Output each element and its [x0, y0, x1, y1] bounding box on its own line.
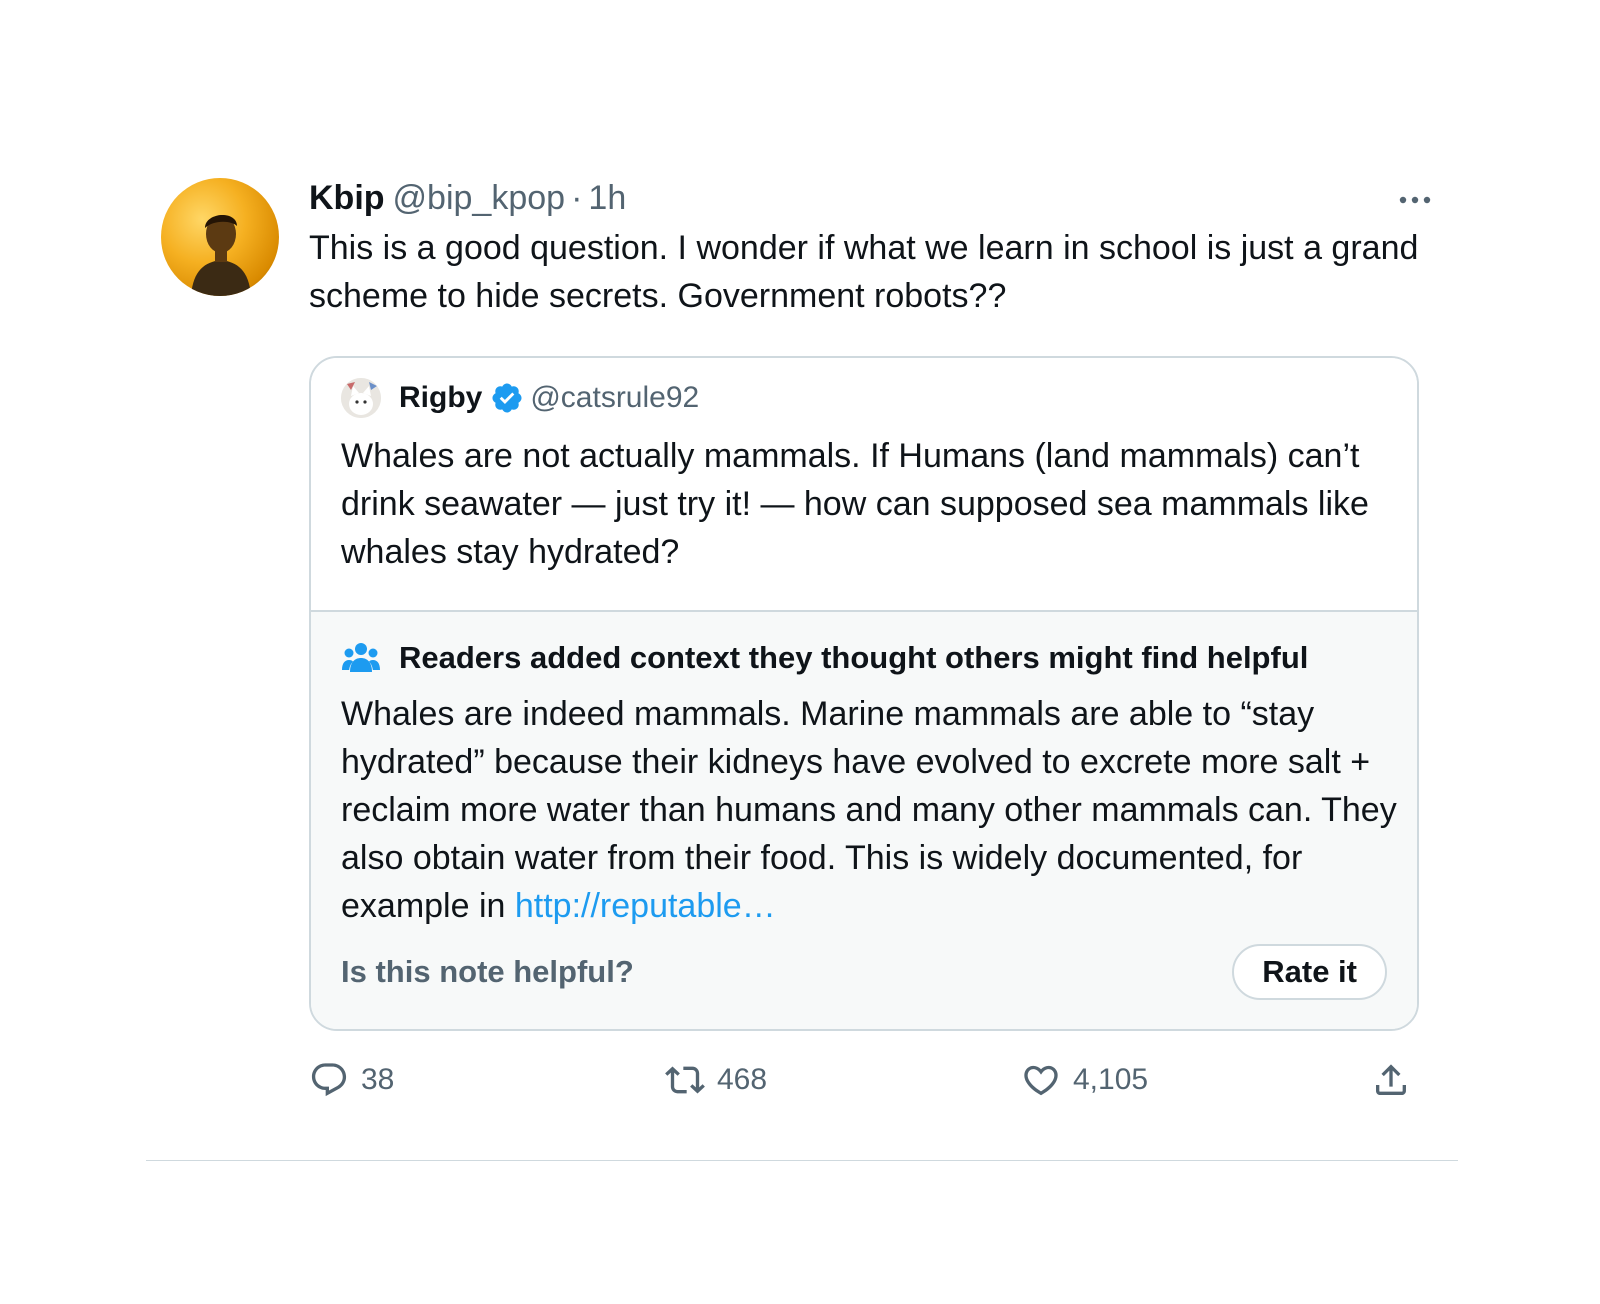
- quoted-tweet-text: Whales are not actually mammals. If Huma…: [341, 437, 1369, 571]
- reply-icon: [311, 1063, 347, 1097]
- community-note: Readers added context they thought other…: [311, 610, 1417, 1029]
- community-note-body: Whales are indeed mammals. Marine mammal…: [341, 695, 1397, 925]
- share-button[interactable]: [1371, 1055, 1411, 1105]
- tweet-header: Kbip @bip_kpop · 1h: [309, 176, 1439, 220]
- verified-badge-icon: [492, 383, 522, 413]
- tweet-text: This is a good question. I wonder if wha…: [309, 229, 1419, 315]
- community-note-text: Whales are indeed mammals. Marine mammal…: [341, 690, 1401, 930]
- community-note-title: Readers added context they thought other…: [399, 640, 1309, 675]
- author-avatar[interactable]: [161, 178, 279, 296]
- cat-avatar-icon: [341, 378, 381, 418]
- like-count: 4,105: [1073, 1063, 1149, 1096]
- tweet-card[interactable]: Kbip @bip_kpop · 1h This is a good quest…: [146, 150, 1458, 1161]
- author-handle[interactable]: @bip_kpop: [393, 176, 566, 220]
- more-dots-icon[interactable]: [1395, 180, 1435, 220]
- rate-it-button[interactable]: Rate it: [1232, 944, 1387, 1000]
- author-name[interactable]: Kbip: [309, 176, 385, 220]
- community-note-link[interactable]: http://reputable…: [515, 887, 776, 925]
- reply-count: 38: [361, 1063, 395, 1096]
- quoted-author-name[interactable]: Rigby: [399, 378, 482, 418]
- separator-dot: ·: [571, 179, 583, 217]
- quoted-tweet[interactable]: Rigby @catsrule92 Whales are not actuall…: [309, 356, 1419, 1031]
- quoted-author-avatar[interactable]: [341, 378, 381, 418]
- retweet-button[interactable]: 468: [665, 1055, 767, 1105]
- people-group-icon: [342, 643, 380, 672]
- tweet-body: Kbip @bip_kpop · 1h This is a good quest…: [309, 176, 1439, 1031]
- avatar-photo-icon: [191, 214, 251, 296]
- retweet-count: 468: [717, 1063, 768, 1096]
- like-button[interactable]: 4,105: [1021, 1055, 1148, 1105]
- heart-icon: [1024, 1065, 1058, 1096]
- quoted-tweet-content: Rigby @catsrule92 Whales are not actuall…: [311, 358, 1417, 610]
- tweet-actions: 38 468 4,105: [309, 1055, 1439, 1105]
- quoted-author-handle[interactable]: @catsrule92: [530, 378, 699, 418]
- note-helpful-question: Is this note helpful?: [341, 954, 634, 989]
- share-upload-icon: [1376, 1064, 1406, 1095]
- quoted-tweet-header: Rigby @catsrule92: [341, 378, 1387, 418]
- community-note-footer: Is this note helpful? Rate it: [341, 943, 1387, 1001]
- reply-button[interactable]: 38: [309, 1055, 394, 1105]
- community-note-header: Readers added context they thought other…: [341, 636, 1387, 680]
- tweet-timestamp[interactable]: 1h: [588, 176, 626, 220]
- retweet-icon: [665, 1066, 705, 1094]
